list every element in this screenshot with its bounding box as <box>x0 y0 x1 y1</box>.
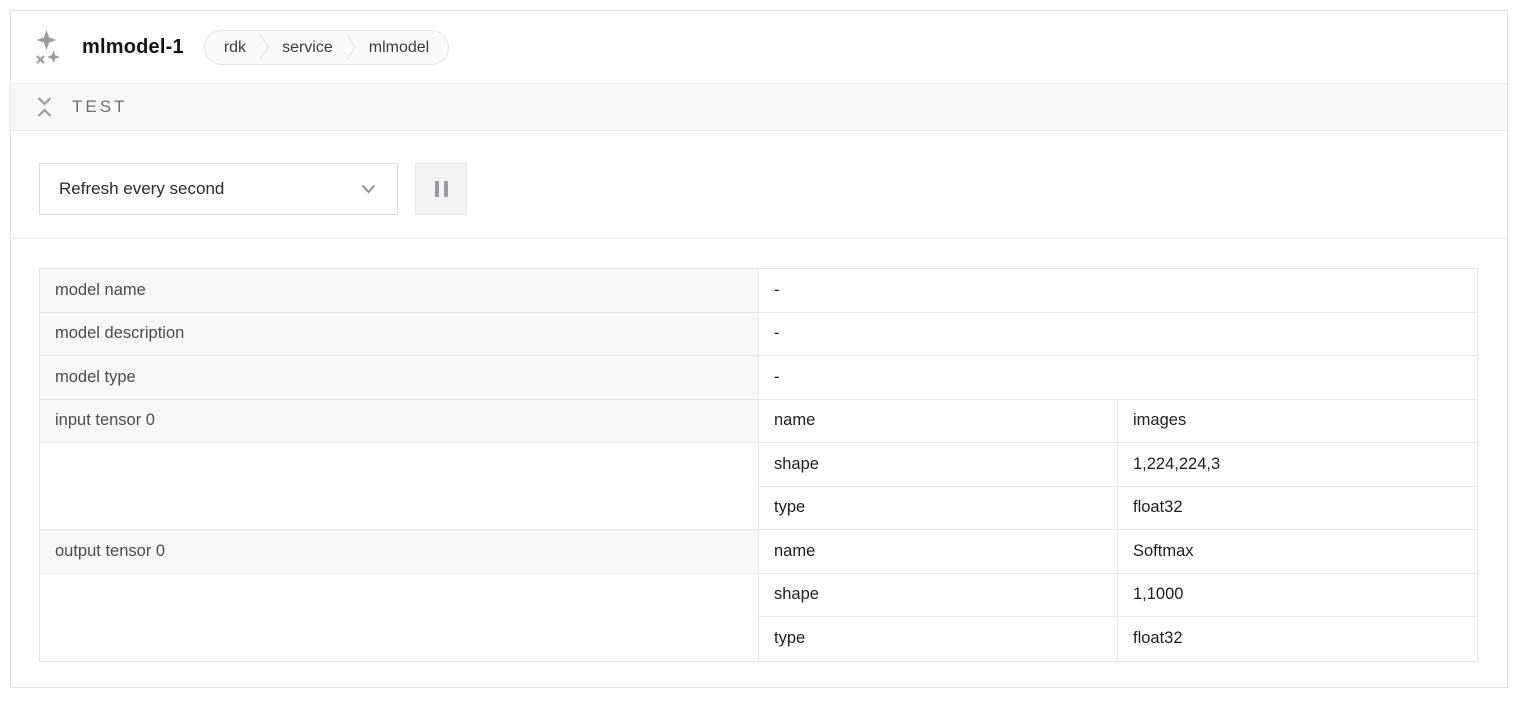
breadcrumb: rdk service mlmodel <box>204 30 449 65</box>
tensor-field-value: images <box>1118 400 1477 444</box>
group-spacer <box>40 574 759 618</box>
breadcrumb-item-service: service <box>282 30 333 65</box>
chevron-right-icon <box>346 33 356 61</box>
row-label-model-name: model name <box>40 269 759 313</box>
chevron-right-icon <box>259 33 269 61</box>
page-title: mlmodel-1 <box>82 36 184 59</box>
tensor-field-key: type <box>759 487 1118 531</box>
row-value-model-type: - <box>759 356 1477 400</box>
row-value-model-description: - <box>759 313 1477 357</box>
test-section-label: TEST <box>72 97 127 117</box>
tensor-field-key: shape <box>759 574 1118 618</box>
collapse-vertical-icon[interactable] <box>36 96 53 118</box>
row-label-model-description: model description <box>40 313 759 357</box>
refresh-rate-select[interactable]: Refresh every second <box>39 163 398 215</box>
group-label-input-tensor-0: input tensor 0 <box>40 400 759 444</box>
tensor-field-value: Softmax <box>1118 530 1477 574</box>
model-info-table: model name - model description - model t… <box>39 268 1478 662</box>
tensor-field-value: float32 <box>1118 617 1477 661</box>
tensor-field-value: 1,224,224,3 <box>1118 443 1477 487</box>
pause-button[interactable] <box>415 163 467 215</box>
tensor-field-key: name <box>759 400 1118 444</box>
mlmodel-service-panel: mlmodel-1 rdk service mlmodel TEST Refre… <box>10 10 1508 688</box>
tensor-field-key: type <box>759 617 1118 661</box>
chevron-down-icon <box>361 184 376 194</box>
breadcrumb-item-rdk: rdk <box>224 30 246 65</box>
breadcrumb-item-mlmodel: mlmodel <box>369 30 429 65</box>
refresh-rate-value: Refresh every second <box>59 179 224 199</box>
refresh-controls-row: Refresh every second <box>11 131 1507 239</box>
group-spacer <box>40 617 759 661</box>
tensor-field-key: name <box>759 530 1118 574</box>
group-label-output-tensor-0: output tensor 0 <box>40 530 759 574</box>
row-label-model-type: model type <box>40 356 759 400</box>
tensor-field-value: 1,1000 <box>1118 574 1477 618</box>
panel-header: mlmodel-1 rdk service mlmodel <box>11 11 1507 84</box>
pause-icon <box>435 181 439 197</box>
pause-icon <box>444 181 448 197</box>
sparkles-icon <box>34 30 61 65</box>
group-spacer <box>40 443 759 487</box>
test-section-header[interactable]: TEST <box>11 84 1507 131</box>
row-value-model-name: - <box>759 269 1477 313</box>
tensor-field-value: float32 <box>1118 487 1477 531</box>
group-spacer <box>40 487 759 531</box>
tensor-field-key: shape <box>759 443 1118 487</box>
